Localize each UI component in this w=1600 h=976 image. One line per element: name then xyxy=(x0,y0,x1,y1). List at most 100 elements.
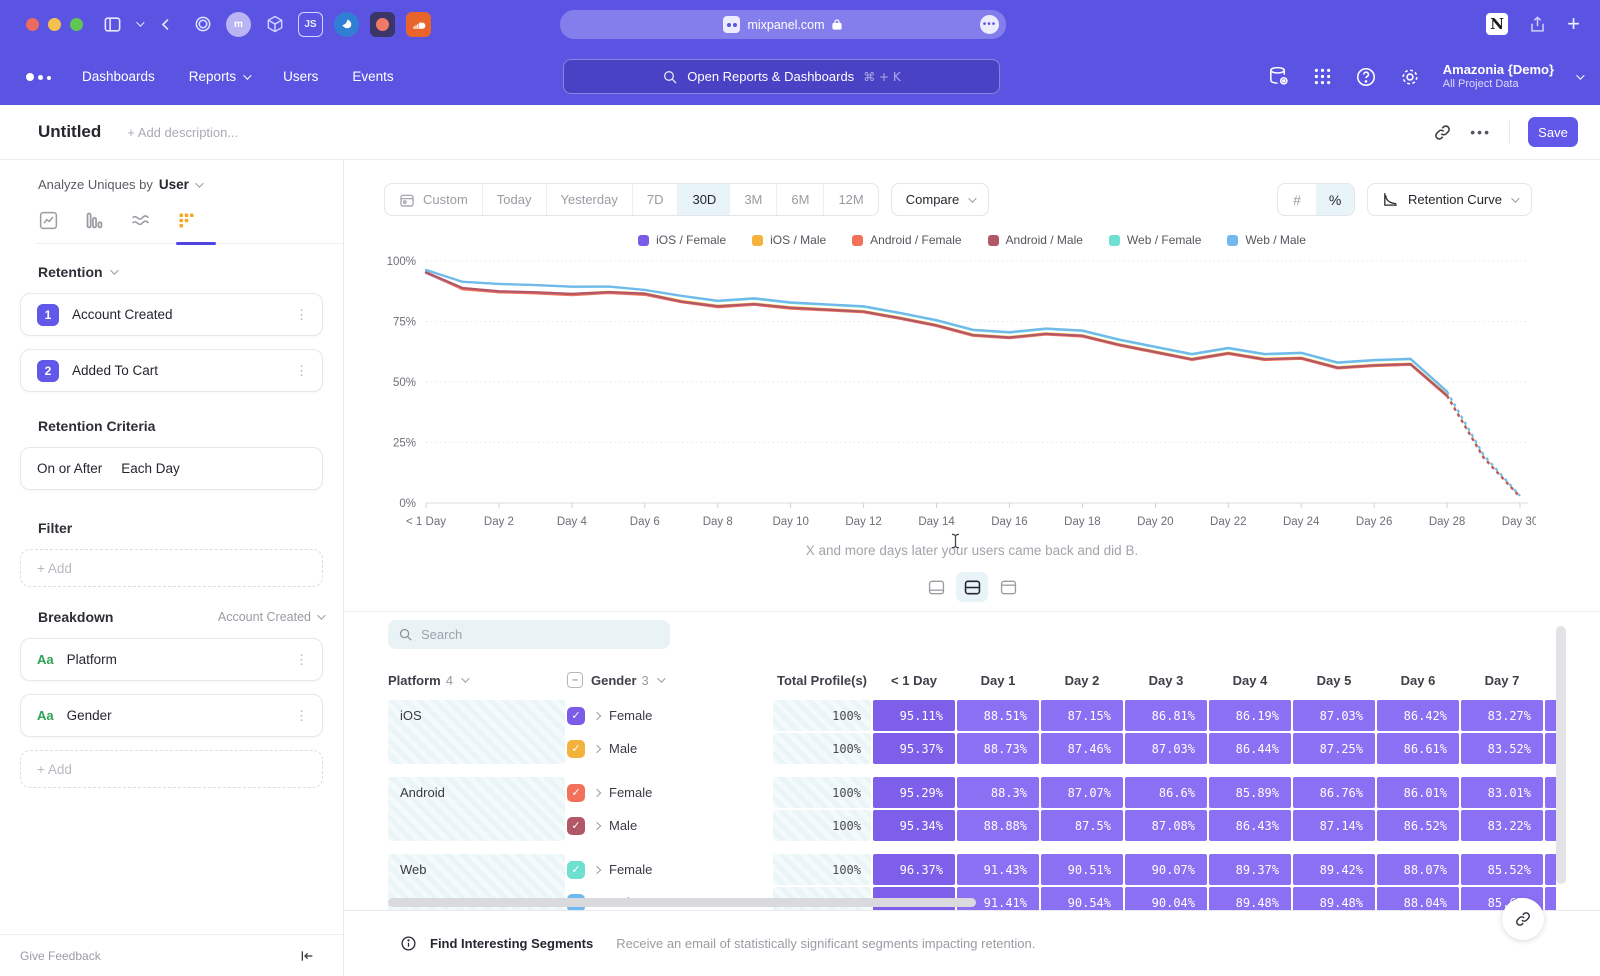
total-profiles-header[interactable]: Total Profile(s) xyxy=(773,673,871,688)
retention-value-cell[interactable]: 89.37% xyxy=(1209,854,1291,885)
retention-value-cell[interactable]: 95.37% xyxy=(873,733,955,764)
retention-value-cell[interactable]: 87.07% xyxy=(1041,777,1123,808)
chart-type-select[interactable]: Retention Curve xyxy=(1367,183,1532,216)
app-icon-product[interactable] xyxy=(370,12,395,37)
retention-value-cell[interactable]: 83.27% xyxy=(1461,700,1543,731)
retention-value-cell[interactable]: 85.52% xyxy=(1461,854,1543,885)
retention-value-cell[interactable] xyxy=(1545,854,1556,885)
series-checkbox[interactable]: ✓ xyxy=(567,784,585,802)
retention-section-header[interactable]: Retention xyxy=(38,264,343,280)
retention-value-cell[interactable]: 88.3% xyxy=(957,777,1039,808)
retention-value-cell[interactable]: 83.01% xyxy=(1461,777,1543,808)
retention-value-cell[interactable]: 86.42% xyxy=(1377,700,1459,731)
compare-button[interactable]: Compare xyxy=(891,183,989,216)
apps-grid-icon[interactable] xyxy=(1312,66,1333,87)
retention-value-cell[interactable]: 90.07% xyxy=(1125,854,1207,885)
retention-line-chart[interactable]: 0%25%50%75%100%< 1 DayDay 2Day 4Day 6Day… xyxy=(384,249,1536,541)
range-3m[interactable]: 3M xyxy=(730,184,777,215)
expand-row-icon[interactable] xyxy=(593,821,601,829)
day-column-header[interactable]: Day 7 xyxy=(1461,673,1543,688)
retention-value-cell[interactable]: 85.89% xyxy=(1209,777,1291,808)
nav-dashboards[interactable]: Dashboards xyxy=(82,69,155,84)
retention-value-cell[interactable] xyxy=(1545,777,1556,808)
retention-value-cell[interactable]: 91.43% xyxy=(957,854,1039,885)
report-title[interactable]: Untitled xyxy=(38,122,101,142)
add-filter-button[interactable]: + Add xyxy=(20,549,323,587)
retention-value-cell[interactable] xyxy=(1545,733,1556,764)
series-checkbox[interactable]: ✓ xyxy=(567,740,585,758)
tab-flows[interactable] xyxy=(128,208,152,232)
collapse-sidebar-icon[interactable] xyxy=(299,948,315,964)
data-management-icon[interactable] xyxy=(1267,65,1290,88)
retention-value-cell[interactable]: 88.07% xyxy=(1377,854,1459,885)
count-toggle-button[interactable]: # xyxy=(1278,184,1316,215)
retention-value-cell[interactable]: 86.19% xyxy=(1209,700,1291,731)
select-all-checkbox[interactable]: – xyxy=(567,672,583,688)
series-checkbox[interactable]: ✓ xyxy=(567,861,585,879)
retention-value-cell[interactable]: 86.44% xyxy=(1209,733,1291,764)
help-icon[interactable] xyxy=(1355,66,1377,88)
retention-value-cell[interactable]: 86.81% xyxy=(1125,700,1207,731)
retention-criteria-card[interactable]: On or After Each Day xyxy=(20,447,323,490)
breakdown-gender[interactable]: Aa Gender ⋮ xyxy=(20,694,323,737)
global-search-input[interactable]: Open Reports & Dashboards ⌘ + K xyxy=(563,59,1000,94)
day-column-header[interactable]: Day 3 xyxy=(1125,673,1207,688)
retention-step-1[interactable]: 1 Account Created ⋮ xyxy=(20,293,323,336)
criteria-interval-select[interactable]: Each Day xyxy=(121,461,180,476)
legend-web-male[interactable]: Web / Male xyxy=(1227,233,1305,247)
share-icon[interactable] xyxy=(1528,15,1547,34)
retention-value-cell[interactable]: 89.48% xyxy=(1293,887,1375,910)
app-icon-globe[interactable] xyxy=(334,12,359,37)
kebab-menu-icon[interactable]: ⋮ xyxy=(295,307,308,323)
day-column-header[interactable]: Day 2 xyxy=(1041,673,1123,688)
expand-row-icon[interactable] xyxy=(593,711,601,719)
legend-ios-male[interactable]: iOS / Male xyxy=(752,233,826,247)
day-column-header[interactable]: Day 6 xyxy=(1377,673,1459,688)
range-today[interactable]: Today xyxy=(483,184,547,215)
find-segments-link[interactable]: Find Interesting Segments xyxy=(430,936,593,951)
retention-value-cell[interactable]: 83.52% xyxy=(1461,733,1543,764)
retention-value-cell[interactable]: 83.22% xyxy=(1461,810,1543,841)
breakdown-platform[interactable]: Aa Platform ⋮ xyxy=(20,638,323,681)
retention-value-cell[interactable]: 86.76% xyxy=(1293,777,1375,808)
app-icon-m[interactable]: m xyxy=(226,12,251,37)
horizontal-scrollbar[interactable] xyxy=(388,898,976,907)
retention-value-cell[interactable]: 88.88% xyxy=(957,810,1039,841)
retention-value-cell[interactable]: 90.04% xyxy=(1125,887,1207,910)
retention-value-cell[interactable]: 88.51% xyxy=(957,700,1039,731)
retention-value-cell[interactable]: 96.37% xyxy=(873,854,955,885)
layout-split-button[interactable] xyxy=(956,572,988,602)
platform-cell[interactable]: iOS xyxy=(388,700,565,764)
legend-web-female[interactable]: Web / Female xyxy=(1109,233,1201,247)
add-description[interactable]: + Add description... xyxy=(127,125,238,140)
retention-value-cell[interactable]: 88.73% xyxy=(957,733,1039,764)
platform-cell[interactable]: Android xyxy=(388,777,565,841)
retention-value-cell[interactable]: 86.43% xyxy=(1209,810,1291,841)
range-7d[interactable]: 7D xyxy=(633,184,679,215)
maximize-window-button[interactable] xyxy=(70,18,83,31)
retention-value-cell[interactable] xyxy=(1545,700,1556,731)
legend-ios-female[interactable]: iOS / Female xyxy=(638,233,726,247)
analyze-entity-select[interactable]: User xyxy=(159,177,189,192)
range-6m[interactable]: 6M xyxy=(777,184,824,215)
retention-value-cell[interactable]: 95.11% xyxy=(873,700,955,731)
legend-android-female[interactable]: Android / Female xyxy=(852,233,961,247)
analyze-uniques-row[interactable]: Analyze Uniques by User xyxy=(38,177,343,192)
retention-value-cell[interactable] xyxy=(1545,887,1556,910)
app-icon-box[interactable] xyxy=(262,12,287,37)
nav-reports[interactable]: Reports xyxy=(189,69,249,84)
retention-value-cell[interactable]: 95.34% xyxy=(873,810,955,841)
mixpanel-logo[interactable] xyxy=(26,68,52,86)
series-checkbox[interactable]: ✓ xyxy=(567,707,585,725)
close-window-button[interactable] xyxy=(26,18,39,31)
retention-value-cell[interactable]: 88.04% xyxy=(1377,887,1459,910)
app-icon-ring[interactable] xyxy=(190,12,215,37)
retention-value-cell[interactable]: 87.15% xyxy=(1041,700,1123,731)
range-12m[interactable]: 12M xyxy=(824,184,877,215)
breakdown-scope-select[interactable]: Account Created xyxy=(218,610,323,624)
layout-chart-only-button[interactable] xyxy=(920,572,952,602)
retention-value-cell[interactable]: 89.48% xyxy=(1209,887,1291,910)
kebab-menu-icon[interactable]: ⋮ xyxy=(295,708,308,724)
percent-toggle-button[interactable]: % xyxy=(1316,184,1354,215)
retention-value-cell[interactable]: 90.54% xyxy=(1041,887,1123,910)
